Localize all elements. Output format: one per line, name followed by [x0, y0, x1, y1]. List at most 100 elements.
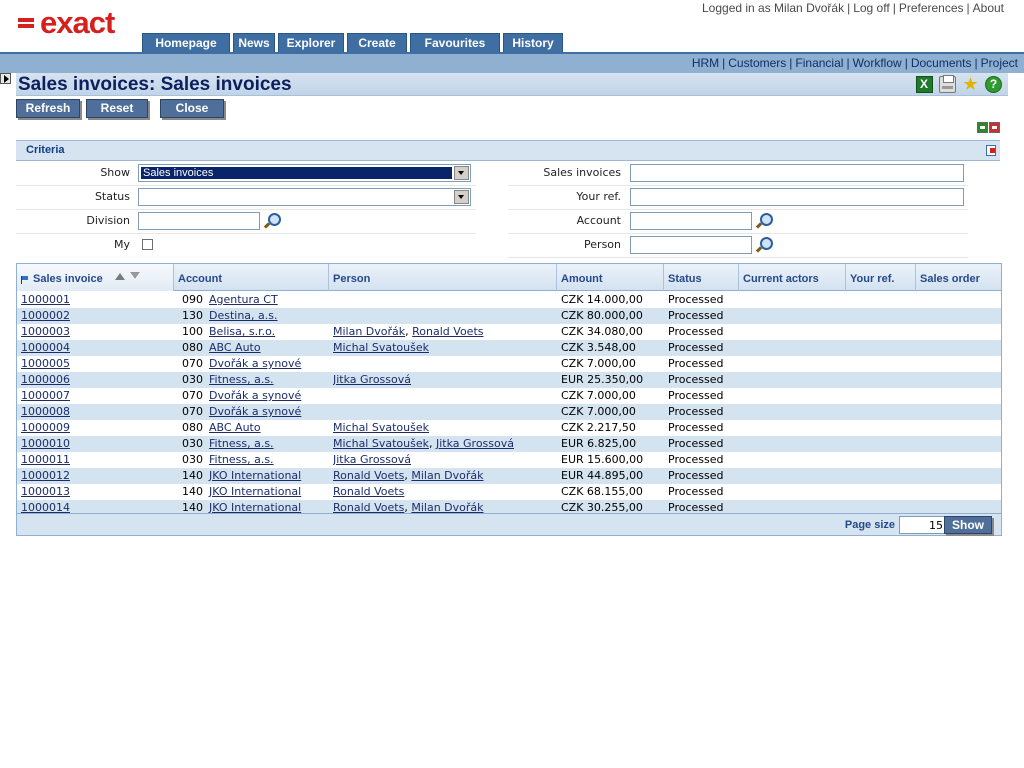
division-label: Division	[86, 214, 130, 227]
account-link[interactable]: JKO International	[209, 485, 301, 498]
refresh-button[interactable]: Refresh	[16, 99, 80, 118]
invoice-link[interactable]: 1000011	[21, 453, 70, 466]
account-input[interactable]	[630, 212, 752, 230]
my-checkbox[interactable]	[142, 239, 153, 250]
subnav-financial[interactable]: Financial	[795, 56, 843, 70]
invoice-link[interactable]: 1000006	[21, 373, 70, 386]
column-header-amount[interactable]: Amount	[557, 264, 664, 291]
account-link[interactable]: Fitness, a.s.	[209, 373, 274, 386]
invoice-link[interactable]: 1000013	[21, 485, 70, 498]
table-row: 1000004 080 ABC Auto Michal Svatoušek CZK 3.…	[17, 340, 1001, 356]
invoice-link[interactable]: 1000005	[21, 357, 70, 370]
invoice-link[interactable]: 1000001	[21, 293, 70, 306]
chevron-down-icon[interactable]	[454, 190, 469, 204]
account-link[interactable]: Destina, a.s.	[209, 309, 278, 322]
account-link[interactable]: Belisa, s.r.o.	[209, 325, 275, 338]
cell-person: Michal Svatoušek	[333, 340, 555, 356]
collapse-criteria-icon[interactable]	[989, 122, 1000, 133]
column-header-person[interactable]: Person	[329, 264, 557, 291]
account-link[interactable]: Agentura CT	[209, 293, 278, 306]
account-link[interactable]: ABC Auto	[209, 421, 261, 434]
invoice-link[interactable]: 1000004	[21, 341, 70, 354]
nav-tab-create[interactable]: Create	[347, 33, 407, 52]
person-label: Person	[584, 238, 621, 251]
account-link[interactable]: Dvořák a synové	[209, 389, 301, 402]
show-button[interactable]: Show	[944, 516, 992, 534]
close-button[interactable]: Close	[160, 99, 224, 118]
status-label: Status	[94, 190, 130, 203]
nav-tab-news[interactable]: News	[233, 33, 275, 52]
division-lookup-icon[interactable]	[263, 213, 281, 229]
sidebar-toggle-icon[interactable]	[0, 73, 11, 84]
column-header-sales-order[interactable]: Sales order	[916, 264, 1001, 291]
invoice-link[interactable]: 1000008	[21, 405, 70, 418]
nav-tab-homepage[interactable]: Homepage	[142, 33, 230, 52]
person-link[interactable]: Michal Svatoušek	[333, 437, 429, 450]
person-link[interactable]: Michal Svatoušek	[333, 341, 429, 354]
sort-ascending-icon[interactable]	[115, 273, 125, 280]
subnav-project[interactable]: Project	[981, 56, 1018, 70]
cell-amount: CZK 68.155,00	[561, 485, 643, 498]
about-link[interactable]: About	[973, 1, 1004, 15]
account-link[interactable]: Fitness, a.s.	[209, 453, 274, 466]
subnav-hrm[interactable]: HRM	[692, 56, 719, 70]
account-link[interactable]: Dvořák a synové	[209, 405, 301, 418]
invoice-link[interactable]: 1000002	[21, 309, 70, 322]
cell-amount: CZK 7.000,00	[561, 405, 636, 418]
person-link[interactable]: Jitka Grossová	[436, 437, 514, 450]
criteria-header[interactable]: Criteria	[16, 140, 1000, 161]
invoice-link[interactable]: 1000007	[21, 389, 70, 402]
person-link[interactable]: Jitka Grossová	[333, 373, 411, 386]
account-lookup-icon[interactable]	[755, 213, 773, 229]
division-input[interactable]	[138, 212, 260, 230]
sales-invoices-grid: Sales invoice Account Person Amount Stat…	[16, 263, 1002, 536]
account-link[interactable]: Fitness, a.s.	[209, 437, 274, 450]
cell-sales-invoice: 1000009	[21, 420, 171, 436]
account-link[interactable]: JKO International	[209, 469, 301, 482]
chevron-down-icon[interactable]	[454, 166, 469, 180]
sales-invoices-input[interactable]	[630, 164, 964, 182]
person-input[interactable]	[630, 236, 752, 254]
status-select[interactable]	[138, 188, 471, 206]
person-link[interactable]: Michal Svatoušek	[333, 421, 429, 434]
add-favourite-icon[interactable]: ★	[962, 76, 979, 94]
person-link[interactable]: Jitka Grossová	[333, 453, 411, 466]
account-code: 030	[182, 453, 203, 466]
invoice-link[interactable]: 1000009	[21, 421, 70, 434]
expand-criteria-icon[interactable]	[977, 122, 988, 133]
person-link[interactable]: Ronald Voets	[412, 325, 483, 338]
log-off-link[interactable]: Log off	[853, 1, 889, 15]
sort-descending-icon[interactable]	[130, 272, 140, 280]
reset-button[interactable]: Reset	[86, 99, 148, 118]
nav-tab-favourites[interactable]: Favourites	[410, 33, 500, 52]
column-header-sales-invoice[interactable]: Sales invoice	[17, 264, 174, 291]
person-link[interactable]: Ronald Voets	[333, 485, 404, 498]
person-link[interactable]: Milan Dvořák	[411, 469, 483, 482]
nav-tab-explorer[interactable]: Explorer	[278, 33, 344, 52]
pin-criteria-icon[interactable]	[986, 145, 996, 156]
account-link[interactable]: ABC Auto	[209, 341, 261, 354]
nav-tab-history[interactable]: History	[503, 33, 563, 52]
column-header-current-actors[interactable]: Current actors	[739, 264, 846, 291]
subnav-workflow[interactable]: Workflow	[853, 56, 902, 70]
column-header-your-ref[interactable]: Your ref.	[846, 264, 916, 291]
account-link[interactable]: Dvořák a synové	[209, 357, 301, 370]
invoice-link[interactable]: 1000003	[21, 325, 70, 338]
person-link[interactable]: Milan Dvořák	[333, 325, 405, 338]
preferences-link[interactable]: Preferences	[899, 1, 964, 15]
subnav-documents[interactable]: Documents	[911, 56, 972, 70]
subnav-customers[interactable]: Customers	[728, 56, 786, 70]
invoice-link[interactable]: 1000012	[21, 469, 70, 482]
invoice-link[interactable]: 1000010	[21, 437, 70, 450]
person-lookup-icon[interactable]	[755, 237, 773, 253]
your-ref-input[interactable]	[630, 188, 964, 206]
person-link[interactable]: Ronald Voets	[333, 469, 404, 482]
show-select[interactable]: Sales invoices	[138, 164, 471, 182]
column-header-status[interactable]: Status	[664, 264, 739, 291]
page-size-input[interactable]	[899, 516, 947, 534]
print-icon[interactable]	[939, 75, 956, 93]
column-header-account[interactable]: Account	[174, 264, 329, 291]
cell-sales-invoice: 1000004	[21, 340, 171, 356]
help-icon[interactable]: ?	[985, 76, 1002, 93]
export-excel-icon[interactable]	[916, 76, 933, 93]
